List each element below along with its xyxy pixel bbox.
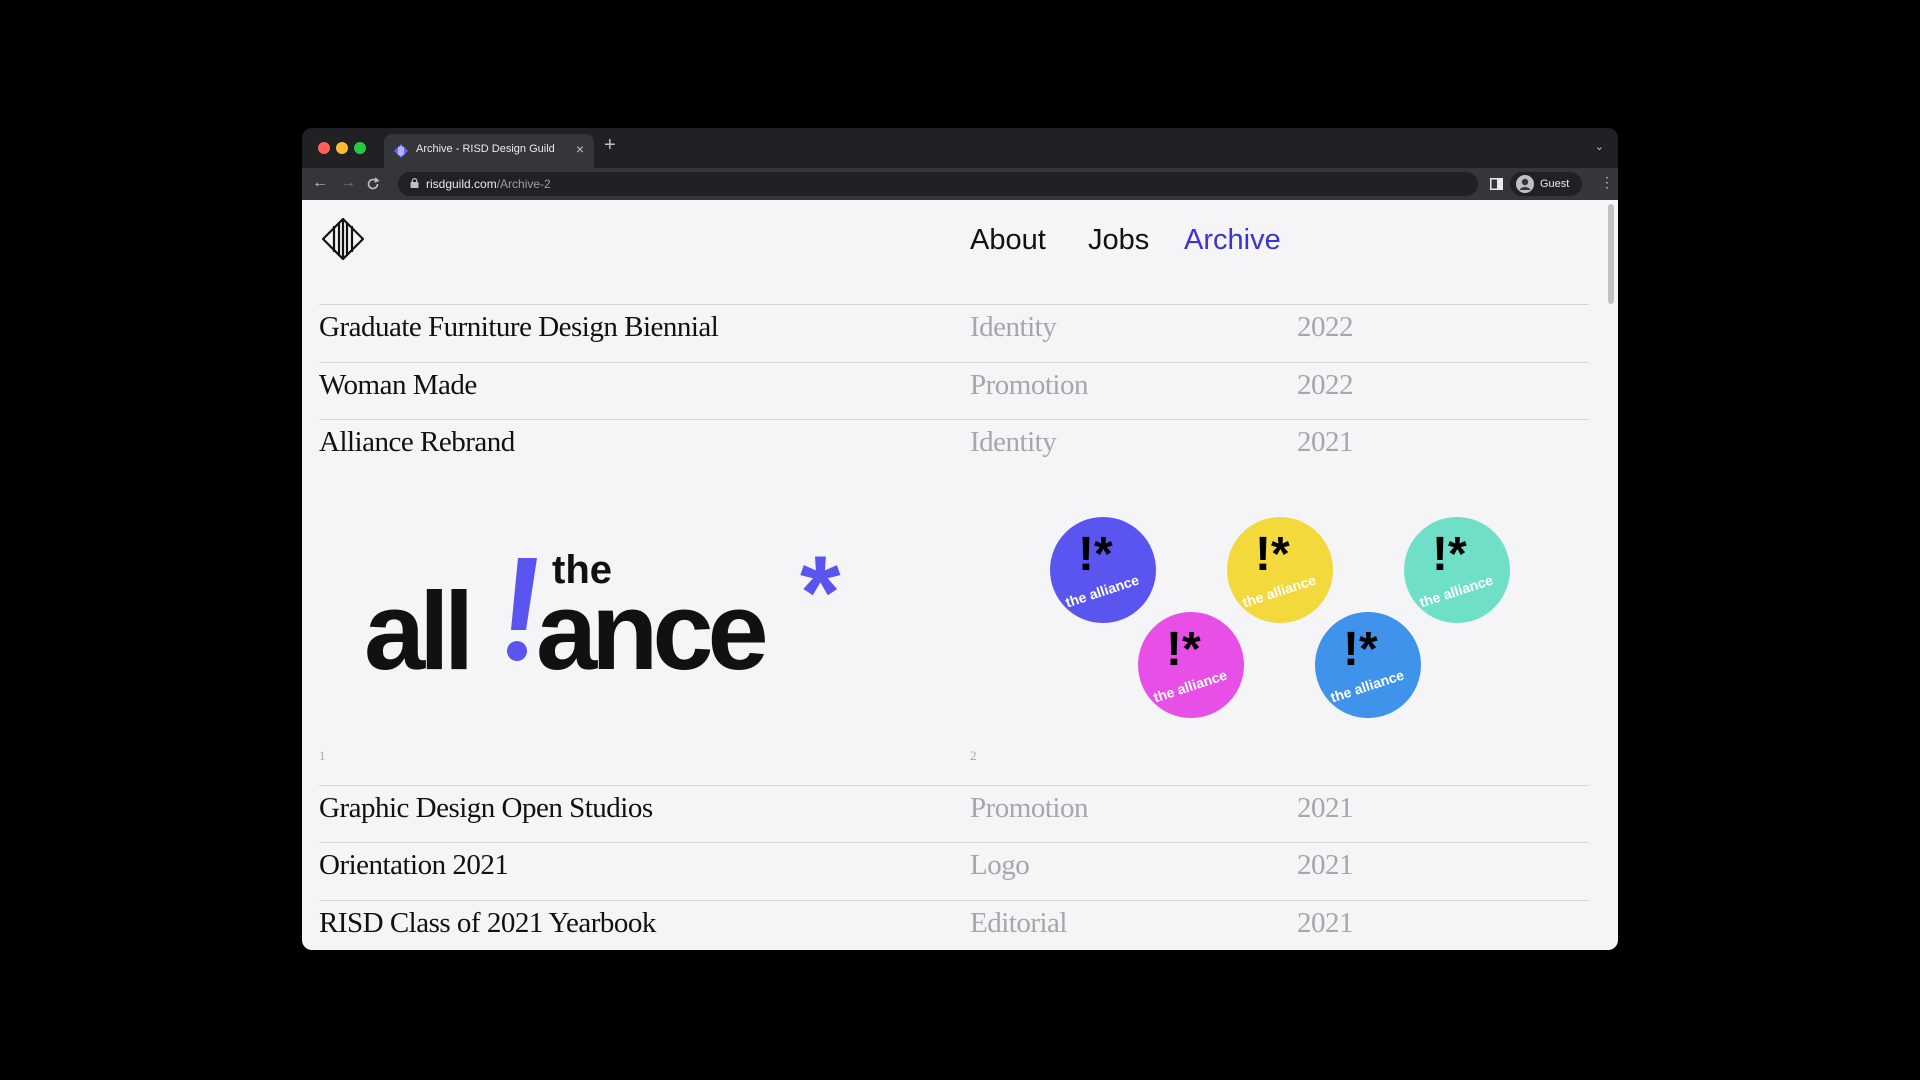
profile-label: Guest <box>1540 178 1570 190</box>
page-content: About Jobs Archive Graduate Furniture De… <box>302 200 1618 950</box>
tab-search-chevron-icon[interactable]: ⌄ <box>1595 140 1604 153</box>
row-category: Logo <box>970 849 1030 881</box>
row-divider <box>319 785 1589 786</box>
row-title[interactable]: RISD Class of 2021 Yearbook <box>319 907 656 940</box>
row-category: Identity <box>970 311 1057 343</box>
row-year: 2022 <box>1297 311 1354 343</box>
row-divider <box>319 362 1589 363</box>
close-window-button[interactable] <box>318 142 330 154</box>
reload-icon[interactable] <box>366 177 380 191</box>
back-icon[interactable]: ← <box>312 174 328 192</box>
row-category: Promotion <box>970 792 1088 824</box>
sticker-magenta: !* the alliance <box>1138 612 1244 718</box>
url-text: risdguild.com/Archive-2 <box>426 177 551 191</box>
tab-archive[interactable]: Archive - RISD Design Guild × <box>384 134 594 168</box>
row-title[interactable]: Orientation 2021 <box>319 849 509 882</box>
scrollbar[interactable] <box>1608 204 1614 304</box>
nav-about[interactable]: About <box>970 224 1046 257</box>
sticker-mint: !* the alliance <box>1404 517 1510 623</box>
site-logo-icon[interactable] <box>322 218 364 260</box>
url-domain: risdguild.com <box>426 177 497 191</box>
logo-word-ance: ance <box>536 570 769 693</box>
side-panel-icon[interactable] <box>1490 178 1503 190</box>
avatar-icon <box>1516 175 1534 193</box>
row-title[interactable]: Woman Made <box>319 369 477 402</box>
sticker-mark-icon: !* <box>1078 528 1113 581</box>
sticker-blue-violet: !* the alliance <box>1050 517 1156 623</box>
profile-button[interactable]: Guest <box>1510 172 1582 196</box>
sticker-sky-blue: !* the alliance <box>1315 612 1421 718</box>
sticker-mark-icon: !* <box>1166 623 1201 676</box>
row-divider <box>319 419 1589 420</box>
sticker-mark-icon: !* <box>1343 623 1378 676</box>
sticker-mark-icon: !* <box>1255 528 1290 581</box>
browser-menu-icon[interactable]: ⋮ <box>1600 174 1614 191</box>
alliance-stickers-image: !* the alliance !* the alliance !* the a… <box>1042 515 1522 725</box>
new-tab-icon[interactable]: + <box>604 134 616 157</box>
exclamation-mark-icon <box>507 558 537 661</box>
lock-icon <box>410 178 419 188</box>
nav-jobs[interactable]: Jobs <box>1088 224 1149 257</box>
row-year: 2022 <box>1297 369 1354 401</box>
row-divider <box>319 842 1589 843</box>
row-category: Promotion <box>970 369 1088 401</box>
forward-icon[interactable]: → <box>340 174 356 192</box>
site-favicon-icon <box>394 144 408 158</box>
row-year: 2021 <box>1297 907 1354 939</box>
logo-word-all: all <box>364 570 474 693</box>
maximize-window-button[interactable] <box>354 142 366 154</box>
row-title[interactable]: Alliance Rebrand <box>319 426 515 459</box>
row-title[interactable]: Graduate Furniture Design Biennial <box>319 311 719 344</box>
tab-title: Archive - RISD Design Guild <box>416 143 555 155</box>
row-category: Editorial <box>970 907 1067 939</box>
sticker-mark-icon: !* <box>1432 528 1467 581</box>
browser-window: Archive - RISD Design Guild × + ⌄ ← → ri… <box>302 128 1618 950</box>
row-category: Identity <box>970 426 1057 458</box>
address-bar[interactable]: risdguild.com/Archive-2 <box>398 172 1478 196</box>
nav-archive[interactable]: Archive <box>1184 224 1281 257</box>
asterisk-icon: * <box>800 535 841 651</box>
row-year: 2021 <box>1297 849 1354 881</box>
row-title[interactable]: Graphic Design Open Studios <box>319 792 653 825</box>
minimize-window-button[interactable] <box>336 142 348 154</box>
image-caption: 2 <box>970 748 977 763</box>
url-path: /Archive-2 <box>496 177 551 191</box>
tab-bar: Archive - RISD Design Guild × + ⌄ <box>302 128 1618 168</box>
tab-close-icon[interactable]: × <box>576 141 584 157</box>
row-year: 2021 <box>1297 426 1354 458</box>
alliance-wordmark-image: the all ance * <box>352 535 872 693</box>
sticker-yellow: !* the alliance <box>1227 517 1333 623</box>
browser-toolbar: ← → risdguild.com/Archive-2 Guest ⋮ <box>302 168 1618 200</box>
row-year: 2021 <box>1297 792 1354 824</box>
image-caption: 1 <box>319 748 326 763</box>
row-divider <box>319 304 1589 305</box>
row-divider <box>319 900 1589 901</box>
